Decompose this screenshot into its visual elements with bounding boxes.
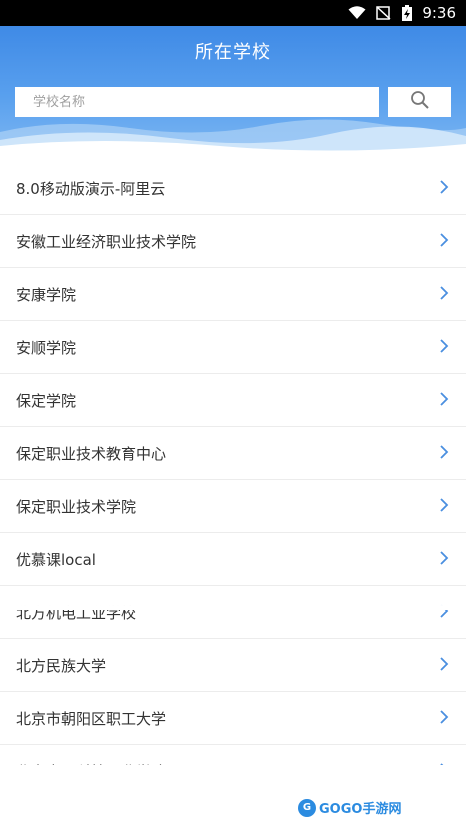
chevron-right-icon	[438, 285, 450, 304]
chevron-right-icon	[438, 179, 450, 198]
chevron-right-icon	[438, 391, 450, 410]
chevron-right-icon	[438, 338, 450, 357]
wifi-icon	[348, 6, 366, 20]
page-title: 所在学校	[195, 42, 271, 63]
no-signal-icon	[376, 6, 392, 20]
school-list-item[interactable]: 安徽工业经济职业技术学院	[0, 216, 466, 268]
school-name: 8.0移动版演示-阿里云	[16, 180, 166, 198]
chevron-right-icon	[438, 444, 450, 463]
school-list: 8.0移动版演示-阿里云安徽工业经济职业技术学院 安康学院安顺学院保定学院保定职业…	[0, 163, 466, 765]
header-wave-decoration	[0, 119, 466, 154]
list-fade	[0, 590, 466, 610]
school-name: 北京市朝阳区职工大学	[16, 710, 167, 728]
school-name: 保定职业技术教育中心	[16, 445, 167, 463]
school-name: 北方民族大学	[16, 657, 107, 675]
watermark-text: GOGO手游网	[319, 802, 402, 817]
chevron-right-icon	[438, 497, 450, 516]
search-button[interactable]	[388, 87, 451, 117]
school-list-item[interactable]: 北方民族大学	[0, 640, 466, 692]
school-list-item[interactable]: 优慕课local	[0, 534, 466, 586]
search-icon	[410, 90, 430, 114]
school-name: 保定学院	[16, 392, 77, 410]
battery-charging-icon	[402, 5, 413, 21]
chevron-right-icon	[438, 550, 450, 569]
school-list-item[interactable]: 保定职业技术教育中心	[0, 428, 466, 480]
gogo-logo-icon: G	[298, 798, 316, 817]
school-list-item[interactable]: 安顺学院	[0, 322, 466, 374]
header: 所在学校	[0, 26, 466, 154]
clock: 9:36	[422, 4, 456, 22]
school-name: 北京电子科技职业学院	[16, 761, 438, 765]
school-list-item[interactable]: 保定学院	[0, 375, 466, 427]
school-name: 安顺学院	[16, 339, 77, 357]
school-name: 优慕课local	[16, 551, 96, 569]
school-name: 安徽工业经济职业技术学院	[16, 233, 197, 251]
chevron-right-icon	[438, 709, 450, 728]
chevron-right-icon	[438, 762, 450, 765]
chevron-right-icon	[438, 656, 450, 675]
school-name: 安康学院	[16, 286, 77, 304]
school-list-item[interactable]: 北京市朝阳区职工大学	[0, 693, 466, 745]
watermark: G GOGO手游网	[298, 798, 401, 817]
school-list-item[interactable]: 安康学院	[0, 269, 466, 321]
school-name: 保定职业技术学院	[16, 498, 137, 516]
school-list-item[interactable]: 8.0移动版演示-阿里云	[0, 163, 466, 215]
search-input[interactable]	[15, 87, 379, 117]
school-list-item[interactable]: 北京电子科技职业学院	[0, 746, 466, 765]
school-list-item[interactable]: 保定职业技术学院	[0, 481, 466, 533]
status-bar: 9:36	[0, 0, 466, 26]
chevron-right-icon	[438, 232, 450, 251]
